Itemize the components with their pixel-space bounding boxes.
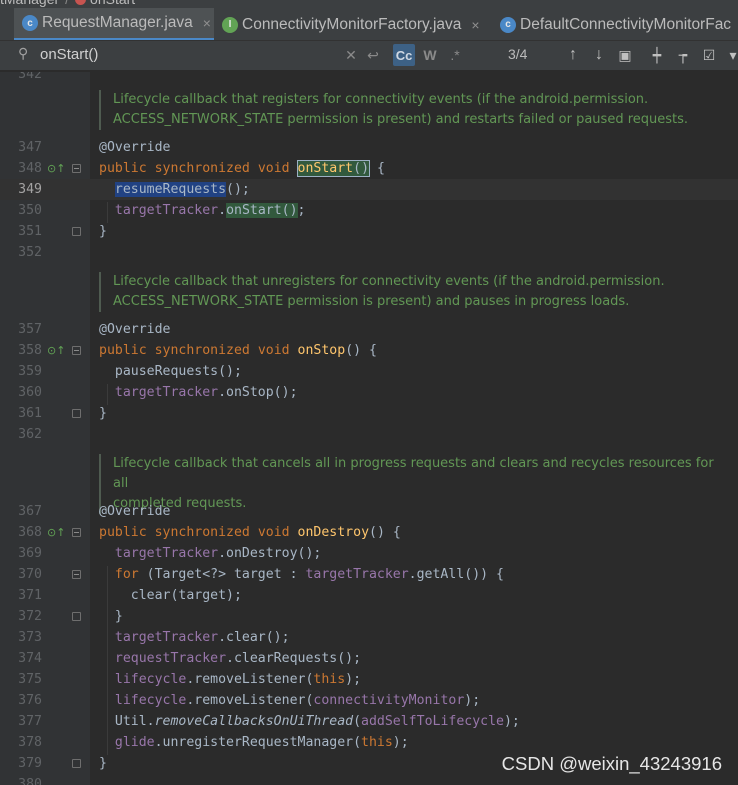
watermark: CSDN @weixin_43243916 bbox=[501, 753, 722, 774]
override-method-icon[interactable]: ⊙↑ bbox=[47, 522, 65, 543]
code-line: 359 pauseRequests(); bbox=[18, 364, 242, 379]
fold-end-icon[interactable] bbox=[72, 227, 81, 236]
code-line: 375 lifecycle.removeListener(this); bbox=[18, 672, 362, 687]
code-line: 368 ⊙↑ public synchronized void onDestroy(… bbox=[0, 522, 738, 543]
tab-default-connectivity-monitor[interactable]: c DefaultConnectivityMonitorFac bbox=[494, 8, 738, 40]
code-line: 378 glide.unregisterRequestManager(this)… bbox=[18, 735, 409, 750]
code-line: 342 bbox=[18, 72, 42, 82]
code-line: 367 @Override bbox=[18, 504, 171, 519]
code-line: 360 targetTracker.onStop(); bbox=[18, 385, 298, 400]
code-line: 348 ⊙↑ public synchronized void onStart() … bbox=[0, 158, 738, 179]
match-count: 3/4 bbox=[508, 46, 528, 62]
search-input[interactable]: onStart() bbox=[40, 46, 98, 63]
fold-icon[interactable] bbox=[72, 528, 81, 537]
code-line: 347 @Override bbox=[18, 140, 171, 155]
close-icon[interactable]: × bbox=[203, 15, 211, 31]
next-occurrence-icon[interactable]: ↓ bbox=[588, 44, 610, 66]
code-line: 377 Util.removeCallbacksOnUiThread(addSe… bbox=[18, 714, 520, 729]
fold-end-icon[interactable] bbox=[72, 612, 81, 621]
breadcrumb-separator: / bbox=[65, 0, 69, 7]
breadcrumb-class[interactable]: tManager bbox=[0, 0, 59, 7]
words-toggle[interactable]: W bbox=[419, 44, 441, 66]
fold-end-icon[interactable] bbox=[72, 409, 81, 418]
code-line: 357 @Override bbox=[18, 322, 171, 337]
class-icon: c bbox=[22, 15, 38, 31]
tab-label: DefaultConnectivityMonitorFac bbox=[520, 15, 732, 33]
code-line: 371 clear(target); bbox=[18, 588, 242, 603]
fold-end-icon[interactable] bbox=[72, 759, 81, 768]
close-icon[interactable]: × bbox=[471, 17, 479, 33]
tab-label: ConnectivityMonitorFactory.java bbox=[242, 15, 462, 33]
regex-toggle[interactable]: .* bbox=[444, 44, 466, 66]
code-line: 358 ⊙↑ public synchronized void onStop() { bbox=[0, 340, 738, 361]
doc-comment: Lifecycle callback that registers for co… bbox=[99, 90, 719, 130]
search-icon[interactable]: ⚲ bbox=[18, 45, 28, 62]
code-line: 369 targetTracker.onDestroy(); bbox=[18, 546, 322, 561]
breadcrumb-method[interactable]: onStart bbox=[90, 0, 135, 7]
editor-tabs: c RequestManager.java × I ConnectivityMo… bbox=[0, 8, 738, 41]
remove-occurrence-icon[interactable]: ┮ bbox=[672, 44, 694, 66]
add-occurrence-icon[interactable]: ┿ bbox=[646, 44, 668, 66]
code-line: 352 bbox=[18, 245, 42, 260]
new-line-icon[interactable]: ↩ bbox=[362, 44, 384, 66]
select-occurrences-icon[interactable]: ☑ bbox=[698, 44, 720, 66]
tab-connectivity-monitor-factory[interactable]: I ConnectivityMonitorFactory.java × bbox=[216, 8, 492, 40]
text-selection: resumeRequests bbox=[114, 182, 227, 197]
select-all-occurrences-icon[interactable]: ▣ bbox=[614, 44, 636, 66]
fold-icon[interactable] bbox=[72, 570, 81, 579]
fold-icon[interactable] bbox=[72, 164, 81, 173]
override-method-icon[interactable]: ⊙↑ bbox=[47, 158, 65, 179]
override-method-icon[interactable]: ⊙↑ bbox=[47, 340, 65, 361]
search-match-current: onStart() bbox=[296, 160, 371, 177]
method-icon bbox=[75, 0, 87, 5]
code-editor[interactable]: 342 Lifecycle callback that registers fo… bbox=[0, 72, 738, 785]
interface-icon: I bbox=[222, 16, 238, 33]
code-line: 380 bbox=[18, 777, 42, 785]
breadcrumb: tManager / onStart bbox=[0, 0, 738, 8]
code-line: 372 } bbox=[18, 609, 123, 624]
doc-comment: Lifecycle callback that unregisters for … bbox=[99, 272, 719, 312]
code-line: 376 lifecycle.removeListener(connectivit… bbox=[18, 693, 481, 708]
code-line: 361} bbox=[18, 406, 107, 421]
code-line: 362 bbox=[18, 427, 42, 442]
search-match: onStart() bbox=[226, 203, 298, 218]
code-line: 373 targetTracker.clear(); bbox=[18, 630, 290, 645]
fold-icon[interactable] bbox=[72, 346, 81, 355]
filter-icon[interactable]: ▾ bbox=[722, 44, 738, 66]
previous-occurrence-icon[interactable]: ↑ bbox=[562, 44, 584, 66]
find-bar: ⚲ onStart() ✕ ↩ Cc W .* 3/4 ↑ ↓ ▣ ┿ ┮ ☑ … bbox=[0, 41, 738, 71]
code-line: 351} bbox=[18, 224, 107, 239]
class-icon: c bbox=[500, 16, 516, 33]
match-case-toggle[interactable]: Cc bbox=[393, 44, 415, 66]
tab-label: RequestManager.java bbox=[42, 14, 193, 31]
code-line: 350 targetTracker.onStart(); bbox=[18, 203, 306, 218]
tab-request-manager[interactable]: c RequestManager.java × bbox=[14, 8, 214, 40]
clear-search-icon[interactable]: ✕ bbox=[340, 44, 362, 66]
code-line: 374 requestTracker.clearRequests(); bbox=[18, 651, 362, 666]
code-line-current: 349 resumeRequests(); bbox=[0, 179, 738, 200]
code-line: 370 for (Target<?> target : targetTracke… bbox=[18, 567, 504, 582]
